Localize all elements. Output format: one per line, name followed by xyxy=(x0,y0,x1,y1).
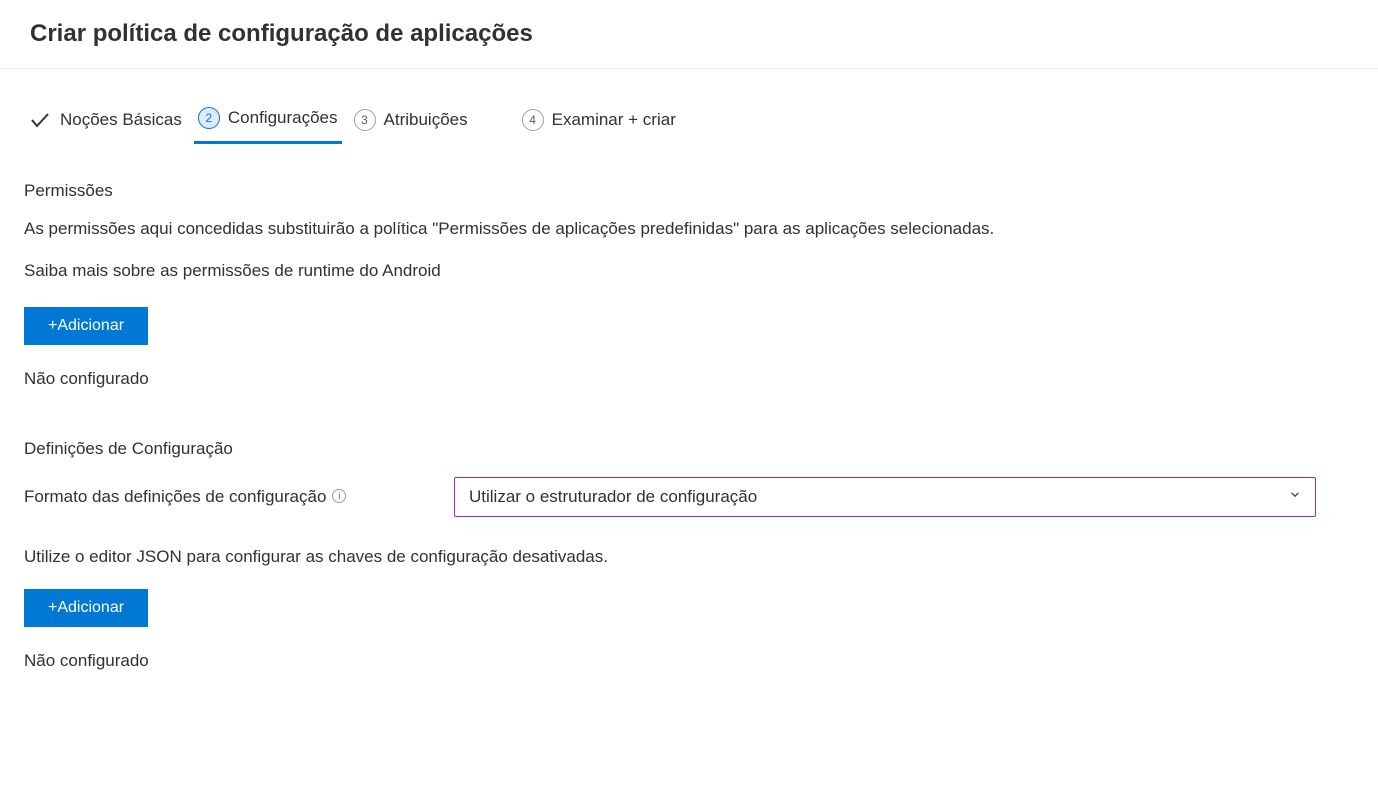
wizard-step-label: Atribuições xyxy=(384,110,468,130)
wizard-step-label: Configurações xyxy=(228,108,338,128)
permissions-heading: Permissões xyxy=(24,181,1354,201)
step-number-icon: 3 xyxy=(354,109,376,131)
wizard-step-configurations[interactable]: 2 Configurações xyxy=(194,99,342,144)
permissions-learn-more-link[interactable]: Saiba mais sobre as permissões de runtim… xyxy=(24,261,1354,281)
checkmark-icon xyxy=(28,108,52,132)
add-permission-button[interactable]: +Adicionar xyxy=(24,307,148,345)
wizard-step-label: Noções Básicas xyxy=(60,110,182,130)
wizard-step-label: Examinar + criar xyxy=(552,110,676,130)
step-number-icon: 4 xyxy=(522,109,544,131)
page-title: Criar política de configuração de aplica… xyxy=(30,20,1348,48)
configuration-status: Não configurado xyxy=(24,651,1354,671)
permissions-status: Não configurado xyxy=(24,369,1354,389)
permissions-description: As permissões aqui concedidas substituir… xyxy=(24,219,1354,239)
add-configuration-button[interactable]: +Adicionar xyxy=(24,589,148,627)
configuration-format-select[interactable]: Utilizar o estruturador de configuração xyxy=(454,477,1316,517)
wizard-step-basics[interactable]: Noções Básicas xyxy=(24,100,186,140)
configuration-json-hint: Utilize o editor JSON para configurar as… xyxy=(24,547,1354,567)
info-icon[interactable]: i xyxy=(332,489,346,503)
wizard-step-assignments[interactable]: 3 Atribuições xyxy=(350,101,472,139)
configuration-heading: Definições de Configuração xyxy=(24,439,1354,459)
wizard-step-review[interactable]: 4 Examinar + criar xyxy=(518,101,680,139)
wizard-steps: Noções Básicas 2 Configurações 3 Atribui… xyxy=(24,99,1354,141)
configuration-format-label: Formato das definições de configuração i xyxy=(24,487,434,507)
step-number-icon: 2 xyxy=(198,107,220,129)
